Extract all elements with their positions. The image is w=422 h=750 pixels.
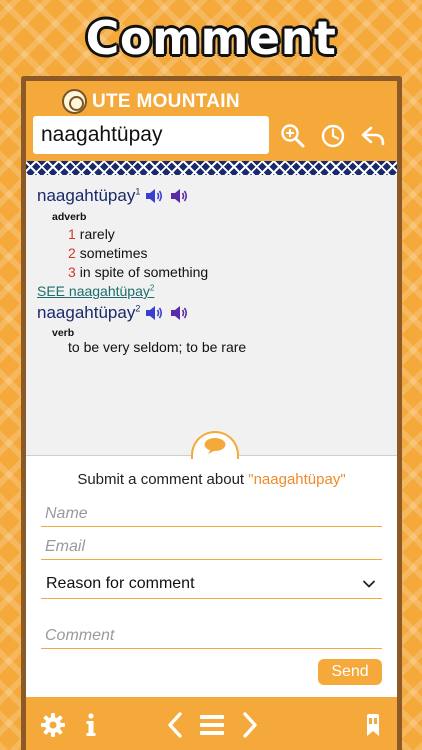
see-also-link[interactable]: SEE naagahtüpay2 xyxy=(37,283,154,299)
see-superscript: 2 xyxy=(149,283,155,293)
headword-2-text: naagahtüpay xyxy=(37,303,136,322)
headword-2: naagahtüpay2 xyxy=(37,303,140,323)
zoom-in-icon[interactable] xyxy=(280,123,306,149)
chevron-right-icon[interactable] xyxy=(241,712,259,738)
speaker-slow-icon[interactable] xyxy=(144,188,164,204)
sense-number: 3 xyxy=(68,264,76,280)
app-screen: UTE MOUNTAIN naagahtüpay1 adverb xyxy=(21,76,402,750)
see-prefix: SEE xyxy=(37,283,66,299)
sense-number: 1 xyxy=(68,226,76,242)
sense-text: in spite of something xyxy=(79,264,209,280)
ute-mountain-logo xyxy=(62,89,87,114)
sense-item: 3 in spite of something xyxy=(68,264,208,280)
part-of-speech-2: verb xyxy=(52,327,75,339)
menu-icon[interactable] xyxy=(199,712,225,738)
headword-text: naagahtüpay xyxy=(37,186,136,205)
history-icon[interactable] xyxy=(320,123,346,149)
chevron-left-icon[interactable] xyxy=(166,712,184,738)
headword: naagahtüpay1 xyxy=(37,186,140,206)
chat-bubble-icon xyxy=(204,438,226,454)
page-banner-title: Comment xyxy=(85,11,337,65)
name-field[interactable] xyxy=(41,501,382,527)
decorative-border-pattern xyxy=(26,161,397,175)
comment-title-word: "naagahtüpay" xyxy=(248,471,346,488)
see-word: naagahtüpay xyxy=(68,283,150,299)
speaker-slow-icon[interactable] xyxy=(144,305,164,321)
search-input[interactable] xyxy=(33,116,269,154)
info-icon[interactable] xyxy=(84,712,98,738)
comment-field[interactable] xyxy=(41,623,382,649)
definition: to be very seldom; to be rare xyxy=(68,339,247,355)
chevron-down-icon xyxy=(363,580,375,588)
sense-item: 1 rarely xyxy=(68,226,115,242)
part-of-speech: adverb xyxy=(52,211,87,223)
back-icon[interactable] xyxy=(360,123,386,149)
bookmark-icon[interactable] xyxy=(364,712,382,738)
comment-title: Submit a comment about "naagahtüpay" xyxy=(26,471,397,488)
app-title: UTE MOUNTAIN xyxy=(92,91,240,112)
reason-select[interactable]: Reason for comment xyxy=(41,573,382,599)
speaker-icon[interactable] xyxy=(169,305,189,321)
bottom-toolbar xyxy=(26,697,397,750)
top-bar: UTE MOUNTAIN xyxy=(26,81,397,161)
sense-item: 2 sometimes xyxy=(68,245,147,261)
reason-label: Reason for comment xyxy=(46,575,195,592)
sense-text: sometimes xyxy=(79,245,148,261)
comment-title-prefix: Submit a comment about xyxy=(77,471,249,488)
headword-2-superscript: 2 xyxy=(135,303,141,314)
headword-superscript: 1 xyxy=(135,186,141,197)
gear-icon[interactable] xyxy=(40,712,66,738)
email-field[interactable] xyxy=(41,534,382,560)
speaker-icon[interactable] xyxy=(169,188,189,204)
sense-text: rarely xyxy=(79,226,115,242)
send-button[interactable]: Send xyxy=(318,659,382,685)
sense-number: 2 xyxy=(68,245,76,261)
